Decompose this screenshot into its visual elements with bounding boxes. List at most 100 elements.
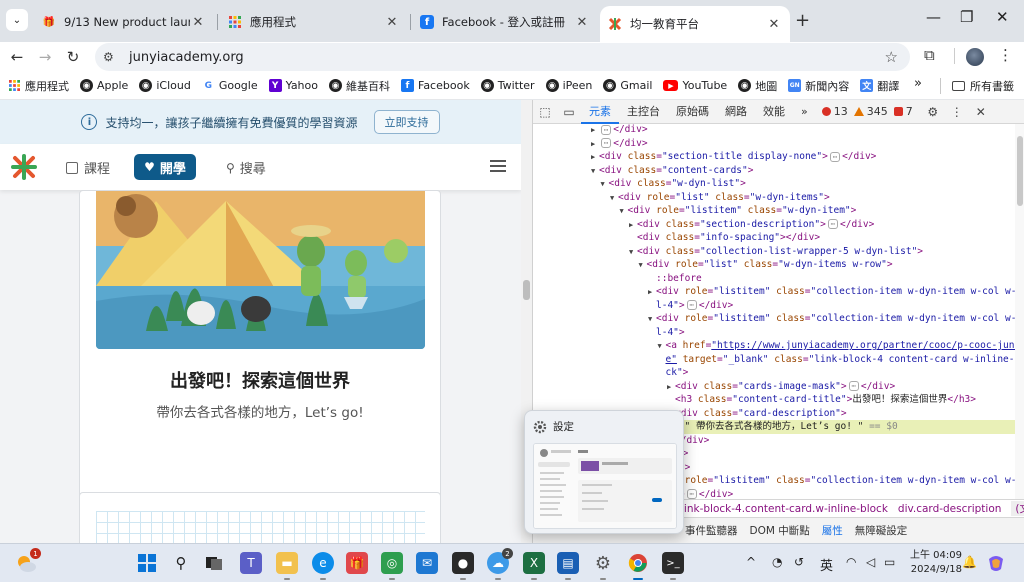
bookmark-apps[interactable]: 應用程式 — [8, 78, 69, 94]
bookmark-gmail[interactable]: ◉ Gmail — [603, 79, 652, 92]
subtab-properties[interactable]: 屬性 — [816, 523, 849, 538]
line-app-icon[interactable]: ◎ — [381, 552, 403, 580]
collapsed-ellipsis[interactable]: ⋯ — [829, 151, 841, 162]
search-icon[interactable]: ⚲ — [170, 552, 192, 574]
reload-icon[interactable]: ↻ — [62, 46, 84, 68]
devtools-more-tabs-icon[interactable]: » — [793, 100, 816, 124]
dom-node-line[interactable]: ▶ ⋯ </div> — [533, 137, 1015, 151]
settings-window-preview[interactable]: 設定 — [524, 410, 684, 534]
dom-node-line[interactable]: ::before — [533, 272, 1015, 286]
dom-node-line[interactable]: ▶ <div class="section-title display-none"… — [533, 150, 1015, 164]
collapsed-ellipsis[interactable]: ⋯ — [601, 124, 612, 135]
nav-course-link[interactable]: 課程 — [66, 158, 110, 177]
all-bookmarks-button[interactable]: 所有書籤 — [952, 78, 1014, 94]
edge-icon[interactable]: e — [312, 552, 334, 580]
bookmark-facebook[interactable]: f Facebook — [401, 79, 470, 92]
issue-count[interactable]: 7 — [893, 105, 913, 118]
weather-widget-icon[interactable]: 1 — [15, 548, 41, 574]
bookmark-apple[interactable]: ◉ Apple — [80, 79, 128, 92]
dom-node-line[interactable]: ▼ <div role="list" class="w-dyn-items"> — [533, 191, 1015, 205]
forward-arrow-icon[interactable]: → — [34, 46, 56, 68]
collapsed-ellipsis[interactable]: ⋯ — [848, 381, 859, 391]
volume-icon[interactable]: ◔ — [772, 555, 782, 569]
dom-node-line[interactable]: ck"> — [533, 366, 1015, 380]
dom-node-line[interactable]: l-4"> — [533, 326, 1015, 340]
menu-kebab-icon[interactable]: ⋮ — [998, 46, 1013, 64]
dom-node-line[interactable]: ▼ <div class="content-cards"> — [533, 164, 1015, 178]
address-bar[interactable]: ⚙ junyiacademy.org ☆ — [95, 43, 910, 71]
scroll-thumb[interactable] — [523, 280, 530, 300]
tab-search-button[interactable]: ⌄ — [6, 9, 28, 31]
notes-app-icon[interactable]: ▤ — [557, 552, 579, 580]
dom-node-line[interactable]: <h3 class="content-card-title">出發吧！探索這個世… — [533, 393, 1015, 407]
scroll-thumb[interactable] — [1017, 136, 1023, 206]
sync-icon[interactable]: ↺ — [794, 555, 804, 569]
devtools-menu-kebab-icon[interactable]: ⋮ — [945, 105, 969, 119]
close-icon[interactable]: ✕ — [766, 17, 782, 32]
speaker-icon[interactable]: ◁ — [866, 555, 875, 569]
wifi-icon[interactable]: ◠ — [846, 555, 856, 569]
tab-apps[interactable]: 應用程式 ✕ — [220, 6, 408, 38]
dom-node-line[interactable]: ▶<div role="listitem" class="collection-… — [533, 285, 1015, 299]
windows-start-icon[interactable] — [136, 552, 158, 574]
content-card[interactable]: 出發吧！探索這個世界 帶你去各式各樣的地方，Let’s go! — [79, 190, 441, 543]
error-count[interactable]: 13 — [821, 105, 848, 118]
system-clock[interactable]: 上午 04:09 2024/9/18 — [910, 549, 962, 577]
bookmark-yahoo[interactable]: Y Yahoo — [268, 79, 318, 92]
gear-icon[interactable]: ⚙ — [921, 105, 945, 119]
task-view-icon[interactable] — [203, 552, 225, 574]
devtools-tab-console[interactable]: 主控台 — [619, 100, 668, 124]
nav-learn-button[interactable]: ♥ 開學 — [134, 154, 196, 180]
content-card-next[interactable] — [79, 492, 441, 543]
breadcrumb-item[interactable]: link-block-4.content-card.w-inline-block — [681, 503, 888, 515]
devtools-close-icon[interactable]: ✕ — [969, 105, 993, 119]
close-icon[interactable]: ✕ — [574, 15, 590, 30]
tab-product-launch[interactable]: 🎁 9/13 New product launch 💗 ✕ — [34, 6, 214, 38]
dom-node-line[interactable]: e" target="_blank" class="link-block-4 c… — [533, 353, 1016, 367]
minimize-icon[interactable]: — — [926, 8, 941, 26]
terminal-icon[interactable]: >_ — [662, 552, 684, 580]
subtab-dom-breakpoints[interactable]: DOM 中斷點 — [744, 523, 816, 538]
notification-bell-icon[interactable]: 🔔 — [962, 555, 977, 569]
teams-icon[interactable]: T — [240, 552, 262, 574]
dom-node-line[interactable]: ▼ <div role="listitem" class="w-dyn-item"… — [533, 204, 1015, 218]
support-now-button[interactable]: 立即支持 — [373, 110, 440, 134]
collapsed-ellipsis[interactable]: ⋯ — [827, 219, 839, 229]
settings-gear-icon[interactable]: ⚙ — [592, 552, 614, 580]
bookmark-google[interactable]: G Google — [202, 79, 258, 92]
tab-junyi[interactable]: 均一教育平台 ✕ — [600, 6, 790, 42]
file-explorer-icon[interactable]: ▬ — [276, 552, 298, 580]
bookmark-youtube[interactable]: ▶ YouTube — [663, 79, 727, 92]
bookmark-ipeen[interactable]: ◉ iPeen — [545, 79, 592, 92]
device-toolbar-icon[interactable]: ▭ — [557, 105, 581, 119]
restore-icon[interactable]: ❐ — [960, 8, 973, 26]
gift-app-icon[interactable]: 🎁 — [346, 552, 368, 574]
site-info-icon[interactable]: ⚙ — [103, 50, 121, 64]
devtools-tab-sources[interactable]: 原始碼 — [668, 100, 717, 124]
chrome-icon[interactable] — [627, 552, 649, 580]
dom-scrollbar[interactable] — [1015, 124, 1024, 504]
bookmark-news[interactable]: GN 新聞內容 — [788, 78, 849, 94]
bookmark-wikipedia[interactable]: ◉ 維基百科 — [329, 78, 390, 94]
junyi-logo[interactable] — [10, 153, 38, 181]
copilot-icon[interactable] — [986, 553, 1006, 576]
battery-icon[interactable]: ▭ — [884, 555, 895, 569]
dom-node-line[interactable]: ▼ <div class="collection-list-wrapper-5 w… — [533, 245, 1015, 259]
subtab-accessibility[interactable]: 無障礙設定 — [849, 523, 914, 538]
hamburger-menu-icon[interactable] — [490, 160, 506, 172]
bookmarks-overflow-icon[interactable]: » — [914, 76, 922, 91]
back-arrow-icon[interactable]: ← — [6, 46, 28, 68]
dom-node-line[interactable]: ▼ <div role="listitem" class="collection-… — [533, 312, 1015, 326]
ime-indicator[interactable]: 英 — [820, 555, 833, 574]
bookmark-star-icon[interactable]: ☆ — [885, 48, 898, 66]
dom-node-line[interactable]: ▼ <a href="https://www.junyiacademy.org/p… — [533, 339, 1016, 353]
tab-facebook[interactable]: f Facebook - 登入或註冊 ✕ — [412, 6, 598, 38]
dom-node-line[interactable]: ▶ <div class="section-description"> ⋯ </div… — [533, 218, 1015, 232]
recorder-app-icon[interactable]: ● — [452, 552, 474, 580]
devtools-tab-elements[interactable]: 元素 — [581, 100, 619, 124]
chat-app-icon[interactable]: ☁ 2 — [487, 548, 513, 580]
collapsed-ellipsis[interactable]: ⋯ — [601, 138, 612, 148]
bookmark-translate[interactable]: 文翻譯 — [860, 78, 899, 94]
breadcrumb-item[interactable]: div.card-description — [898, 503, 1002, 515]
bookmark-icloud[interactable]: ◉ iCloud — [139, 79, 191, 92]
